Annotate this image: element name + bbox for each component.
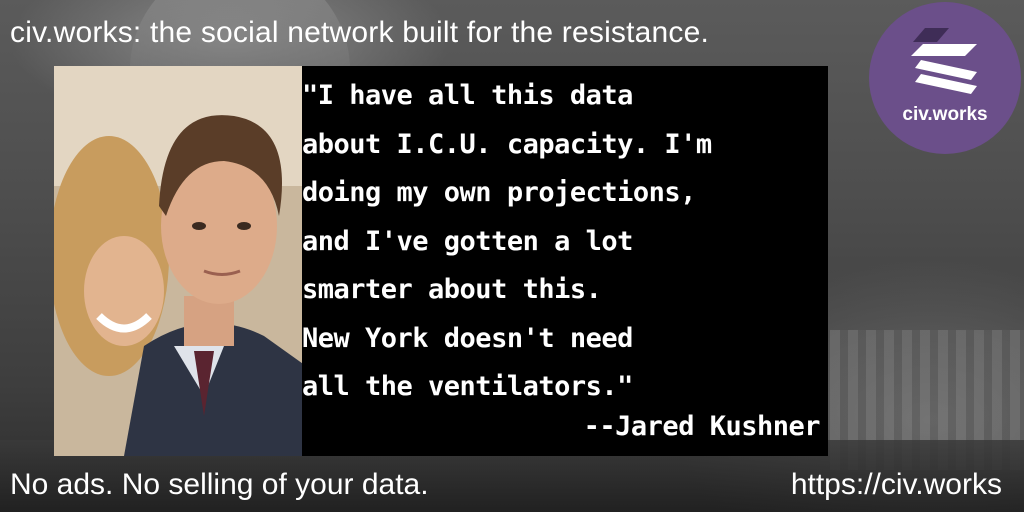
logo-label: civ.works (902, 104, 988, 125)
portrait-photo (54, 66, 306, 456)
website-link[interactable]: https://civ.works (791, 468, 1002, 502)
tagline: No ads. No selling of your data. (10, 468, 429, 501)
civworks-logo[interactable]: civ.works (869, 2, 1021, 154)
headline: civ.works: the social network built for … (10, 16, 710, 49)
promo-banner: civ.works: the social network built for … (0, 0, 1024, 512)
quote-panel: "I have all this data about I.C.U. capac… (302, 66, 828, 456)
quote-attribution: --Jared Kushner (583, 411, 821, 442)
quote-text: "I have all this data about I.C.U. capac… (302, 80, 712, 402)
portrait-illustration (54, 66, 306, 456)
civworks-logo-icon (911, 28, 977, 94)
